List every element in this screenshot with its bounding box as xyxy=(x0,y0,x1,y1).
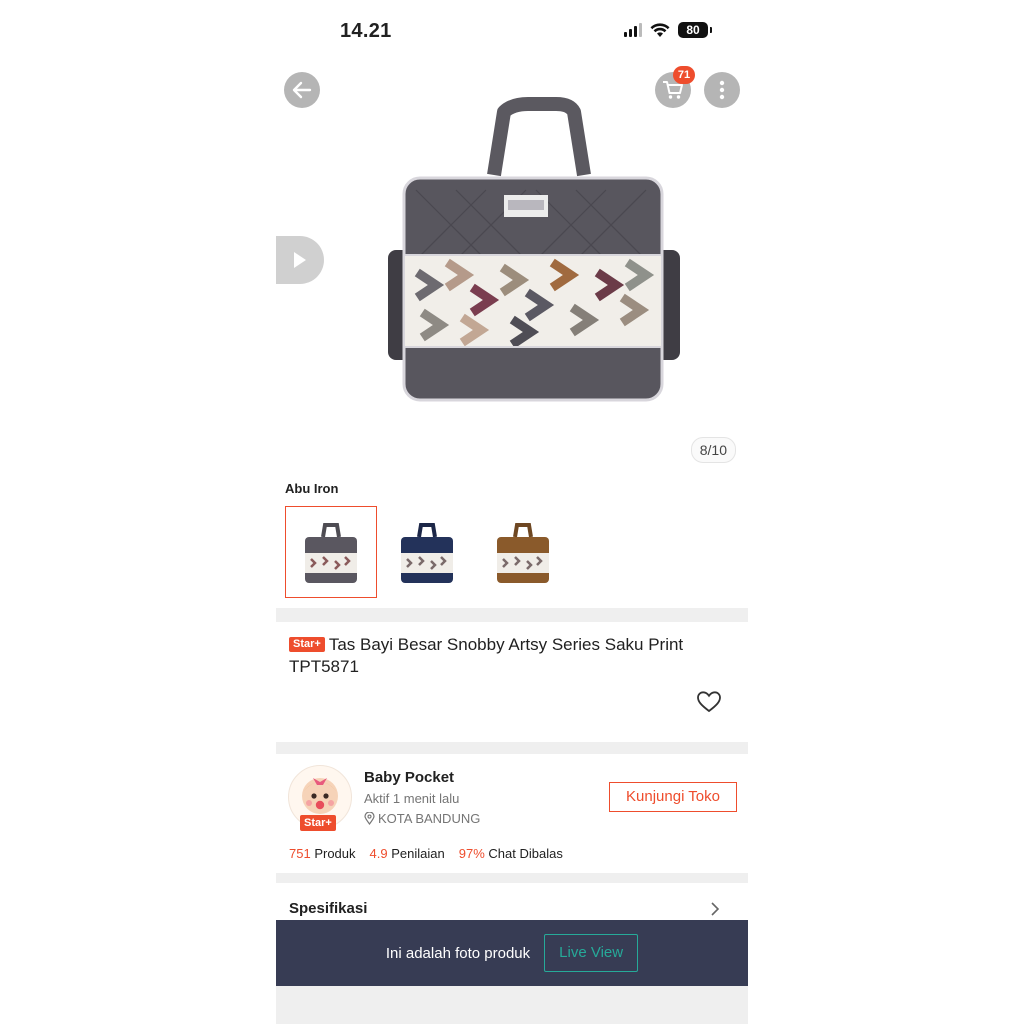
section-divider xyxy=(276,742,748,754)
shop-location-text: KOTA BANDUNG xyxy=(378,811,481,826)
product-title-block: Star+ Tas Bayi Besar Snobby Artsy Series … xyxy=(289,634,719,678)
product-image xyxy=(388,97,680,402)
product-image-gallery[interactable]: 71 xyxy=(276,60,748,470)
variant-thumbnail xyxy=(497,523,549,583)
more-vertical-icon xyxy=(719,80,725,100)
specification-row[interactable]: Spesifikasi xyxy=(289,900,367,917)
play-icon xyxy=(294,252,306,268)
section-divider xyxy=(276,608,748,622)
visit-shop-button[interactable]: Kunjungi Toko xyxy=(609,782,737,812)
specification-chevron[interactable] xyxy=(710,901,720,922)
variant-thumbnail xyxy=(401,523,453,583)
cart-count-badge: 71 xyxy=(673,66,695,84)
stat-chat: 97% Chat Dibalas xyxy=(458,846,563,861)
shop-stats: 751 Produk 4.9 Penilaian 97% Chat Dibala… xyxy=(289,846,563,861)
variant-thumbnail xyxy=(305,523,357,583)
heart-icon xyxy=(697,691,721,713)
play-video-button[interactable] xyxy=(276,236,324,284)
image-counter: 8/10 xyxy=(690,437,736,463)
more-options-button[interactable] xyxy=(704,72,740,108)
battery-indicator: 80 xyxy=(678,22,712,38)
favorite-button[interactable] xyxy=(696,690,722,719)
status-icons: 80 xyxy=(624,22,712,38)
phone-screen: 14.21 80 71 8/10 Abu Iron Star+ Tas Bayi… xyxy=(276,0,748,1024)
wifi-icon xyxy=(650,22,670,37)
chevron-right-icon xyxy=(711,902,720,916)
signal-icon xyxy=(624,23,642,37)
back-button[interactable] xyxy=(284,72,320,108)
variant-option[interactable] xyxy=(477,506,569,598)
status-time: 14.21 xyxy=(340,20,392,42)
location-pin-icon xyxy=(364,812,375,825)
arrow-left-icon xyxy=(292,81,312,99)
stat-products: 751 Produk xyxy=(289,846,356,861)
shop-star-plus-badge: Star+ xyxy=(300,815,336,831)
section-divider xyxy=(276,873,748,883)
live-view-bar: Ini adalah foto produk Live View xyxy=(276,920,748,986)
stat-rating: 4.9 Penilaian xyxy=(369,846,445,861)
product-title: Tas Bayi Besar Snobby Artsy Series Saku … xyxy=(289,635,684,676)
cart-button[interactable]: 71 xyxy=(655,66,695,108)
variant-option[interactable] xyxy=(381,506,473,598)
shop-active-status: Aktif 1 menit lalu xyxy=(364,791,460,806)
variant-option[interactable] xyxy=(285,506,377,598)
bottom-area xyxy=(276,986,748,1024)
shop-location: KOTA BANDUNG xyxy=(364,811,480,826)
variant-label: Abu Iron xyxy=(285,481,339,496)
live-view-text: Ini adalah foto produk xyxy=(385,944,531,962)
star-plus-badge: Star+ xyxy=(289,637,325,652)
live-view-button[interactable]: Live View xyxy=(544,934,639,972)
shop-name[interactable]: Baby Pocket xyxy=(364,769,454,786)
